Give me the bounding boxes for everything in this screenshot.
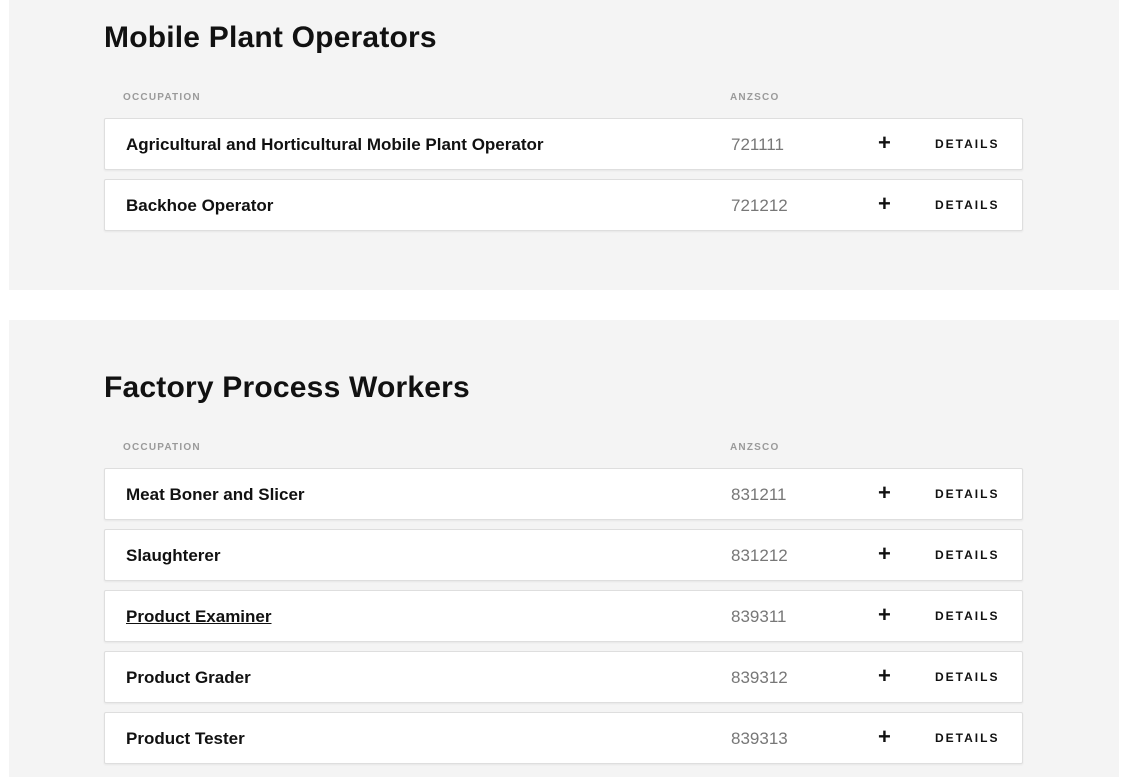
anzsco-code: 839312 bbox=[731, 668, 788, 687]
anzsco-code: 839311 bbox=[731, 607, 787, 626]
occupation-name[interactable]: Product Tester bbox=[126, 729, 245, 749]
occupation-row[interactable]: Backhoe Operator 721212 + DETAILS bbox=[104, 179, 1023, 231]
plus-icon[interactable]: + bbox=[878, 130, 891, 156]
details-button[interactable]: DETAILS bbox=[935, 137, 999, 151]
plus-icon[interactable]: + bbox=[878, 480, 891, 506]
occupation-group-section: Factory Process Workers OCCUPATION ANZSC… bbox=[9, 320, 1119, 777]
occupation-row[interactable]: Product Grader 839312 + DETAILS bbox=[104, 651, 1023, 703]
plus-icon[interactable]: + bbox=[878, 724, 891, 750]
section-title: Factory Process Workers bbox=[104, 371, 470, 404]
occupation-row[interactable]: Meat Boner and Slicer 831211 + DETAILS bbox=[104, 468, 1023, 520]
occupation-row[interactable]: Agricultural and Horticultural Mobile Pl… bbox=[104, 118, 1023, 170]
occupation-row[interactable]: Product Tester 839313 + DETAILS bbox=[104, 712, 1023, 764]
occupation-name[interactable]: Meat Boner and Slicer bbox=[126, 485, 305, 505]
section-title: Mobile Plant Operators bbox=[104, 21, 437, 54]
occupation-group-section: Mobile Plant Operators OCCUPATION ANZSCO… bbox=[9, 0, 1119, 290]
occupation-name[interactable]: Backhoe Operator bbox=[126, 196, 273, 216]
plus-icon[interactable]: + bbox=[878, 663, 891, 689]
anzsco-code: 721111 bbox=[731, 135, 784, 154]
occupation-row[interactable]: Product Examiner 839311 + DETAILS bbox=[104, 590, 1023, 642]
anzsco-code: 831211 bbox=[731, 485, 787, 504]
occupation-list: Meat Boner and Slicer 831211 + DETAILS S… bbox=[104, 468, 1023, 773]
occupation-column-header: OCCUPATION bbox=[123, 92, 201, 103]
occupation-name[interactable]: Product Examiner bbox=[126, 607, 272, 627]
occupation-name[interactable]: Product Grader bbox=[126, 668, 251, 688]
occupation-name[interactable]: Slaughterer bbox=[126, 546, 220, 566]
details-button[interactable]: DETAILS bbox=[935, 609, 999, 623]
occupation-row[interactable]: Slaughterer 831212 + DETAILS bbox=[104, 529, 1023, 581]
details-button[interactable]: DETAILS bbox=[935, 670, 999, 684]
anzsco-column-header: ANZSCO bbox=[730, 442, 780, 453]
plus-icon[interactable]: + bbox=[878, 602, 891, 628]
anzsco-code: 831212 bbox=[731, 546, 788, 565]
details-button[interactable]: DETAILS bbox=[935, 487, 999, 501]
details-button[interactable]: DETAILS bbox=[935, 548, 999, 562]
details-button[interactable]: DETAILS bbox=[935, 731, 999, 745]
anzsco-column-header: ANZSCO bbox=[730, 92, 780, 103]
plus-icon[interactable]: + bbox=[878, 541, 891, 567]
anzsco-code: 839313 bbox=[731, 729, 788, 748]
occupation-column-header: OCCUPATION bbox=[123, 442, 201, 453]
occupation-name[interactable]: Agricultural and Horticultural Mobile Pl… bbox=[126, 135, 544, 155]
anzsco-code: 721212 bbox=[731, 196, 788, 215]
plus-icon[interactable]: + bbox=[878, 191, 891, 217]
occupation-list: Agricultural and Horticultural Mobile Pl… bbox=[104, 118, 1023, 240]
details-button[interactable]: DETAILS bbox=[935, 198, 999, 212]
